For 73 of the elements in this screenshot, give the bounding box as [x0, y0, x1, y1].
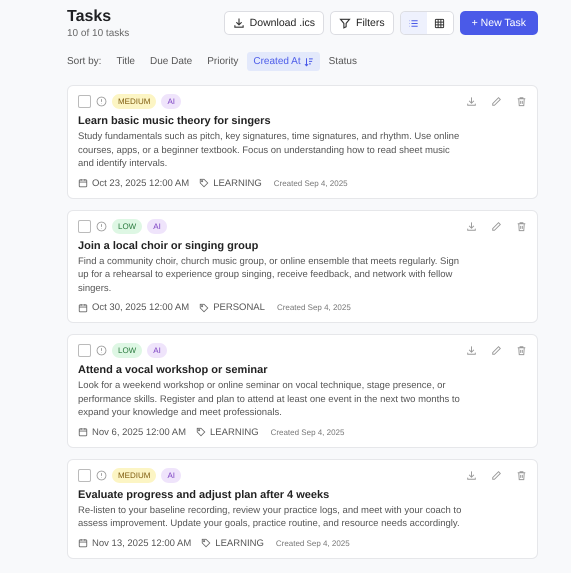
priority-badge: MEDIUM [112, 468, 156, 482]
tag-icon [196, 427, 206, 437]
sort-option[interactable]: Title [110, 52, 141, 71]
due-date: Oct 30, 2025 12:00 AM [92, 302, 190, 313]
task-title: Evaluate progress and adjust plan after 4 weeks [78, 488, 330, 500]
priority-badge: LOW [112, 218, 142, 234]
task-description: Find a community choir, church music group, or online ensemble that meets regularly. Sign up for a rehearsal to experience group singing, receive feedback, and network with fellow singers. [78, 254, 460, 295]
calendar-icon [78, 302, 88, 312]
filter-icon [339, 17, 352, 29]
info-icon [96, 96, 107, 107]
sort-option[interactable]: Status [322, 52, 363, 71]
priority-badge: LOW [112, 343, 142, 358]
ai-badge: AI [147, 218, 167, 234]
info-icon [96, 470, 107, 480]
ai-badge: AI [147, 343, 167, 358]
download-icon[interactable] [466, 96, 477, 107]
task-description: Look for a weekend workshop or online seminar on vocal technique, stage presence, or performance skills. Register and plan to attend at least one event in the next two months to expand your knowledge and meet professionals. [78, 379, 461, 420]
edit-icon[interactable] [491, 220, 502, 232]
due-date: Oct 23, 2025 12:00 AM [92, 178, 190, 188]
calendar-icon [78, 178, 88, 188]
sort-descending-icon [304, 56, 314, 66]
download-icon [232, 17, 245, 29]
grid-icon [434, 18, 446, 28]
task-description: Study fundamentals such as pitch, key signatures, time signatures, and rhythm. Use online courses, apps, or a beginner textbook. Focus on understanding how to read sheet music and identify intervals. [78, 130, 460, 170]
filters-button[interactable]: Filters [330, 11, 394, 35]
delete-icon[interactable] [516, 345, 527, 356]
sort-option[interactable]: Created At [247, 52, 320, 71]
download-icon[interactable] [466, 345, 477, 356]
grid-view-button[interactable] [426, 12, 453, 34]
tag-icon [199, 302, 210, 312]
download-button[interactable]: Download .ics [224, 11, 324, 35]
task-description: Re-listen to your baseline recording, review your practice logs, and meet with your coach to assess improvement. Update your goals, practice routine, and resource needs accordingly. [78, 504, 462, 530]
created-date: Created Sep 4, 2025 [276, 303, 351, 312]
created-date: Created Sep 4, 2025 [270, 428, 344, 436]
task-tag: LEARNING [210, 426, 259, 438]
ai-badge: AI [161, 94, 182, 109]
calendar-icon [78, 427, 88, 437]
sort-option[interactable]: Priority [201, 52, 244, 71]
edit-icon[interactable] [491, 470, 502, 480]
task-title: Learn basic music theory for singers [78, 115, 272, 127]
edit-icon[interactable] [491, 345, 502, 356]
sort-option[interactable]: Due Date [144, 52, 198, 71]
calendar-icon [78, 538, 88, 548]
edit-icon[interactable] [491, 96, 502, 107]
delete-icon[interactable] [516, 220, 527, 232]
created-date: Created Sep 4, 2025 [276, 538, 350, 548]
info-icon [96, 220, 107, 232]
tag-icon [201, 538, 212, 548]
task-checkbox[interactable] [78, 344, 91, 357]
download-icon[interactable] [466, 220, 477, 232]
task-count: 10 of 10 tasks [67, 28, 130, 39]
delete-icon[interactable] [516, 96, 527, 107]
info-icon [96, 345, 107, 356]
sort-label: Sort by: [67, 56, 102, 67]
ai-badge: AI [161, 468, 182, 482]
priority-badge: MEDIUM [112, 94, 156, 109]
task-tag: LEARNING [215, 538, 264, 548]
download-icon[interactable] [466, 470, 477, 480]
task-checkbox[interactable] [78, 220, 91, 232]
page-title: Tasks [67, 8, 112, 26]
task-title: Join a local choir or singing group [78, 240, 260, 252]
created-date: Created Sep 4, 2025 [274, 178, 348, 188]
task-checkbox[interactable] [78, 468, 91, 482]
list-view-button[interactable] [400, 12, 427, 34]
new-task-button[interactable]: + New Task [460, 11, 538, 35]
due-date: Nov 13, 2025 12:00 AM [92, 538, 192, 548]
task-tag: PERSONAL [213, 302, 265, 313]
tag-icon [199, 178, 210, 188]
task-tag: LEARNING [213, 178, 262, 188]
delete-icon[interactable] [516, 470, 527, 480]
due-date: Nov 6, 2025 12:00 AM [92, 426, 186, 438]
task-checkbox[interactable] [78, 95, 91, 108]
task-title: Attend a vocal workshop or seminar [78, 364, 268, 376]
